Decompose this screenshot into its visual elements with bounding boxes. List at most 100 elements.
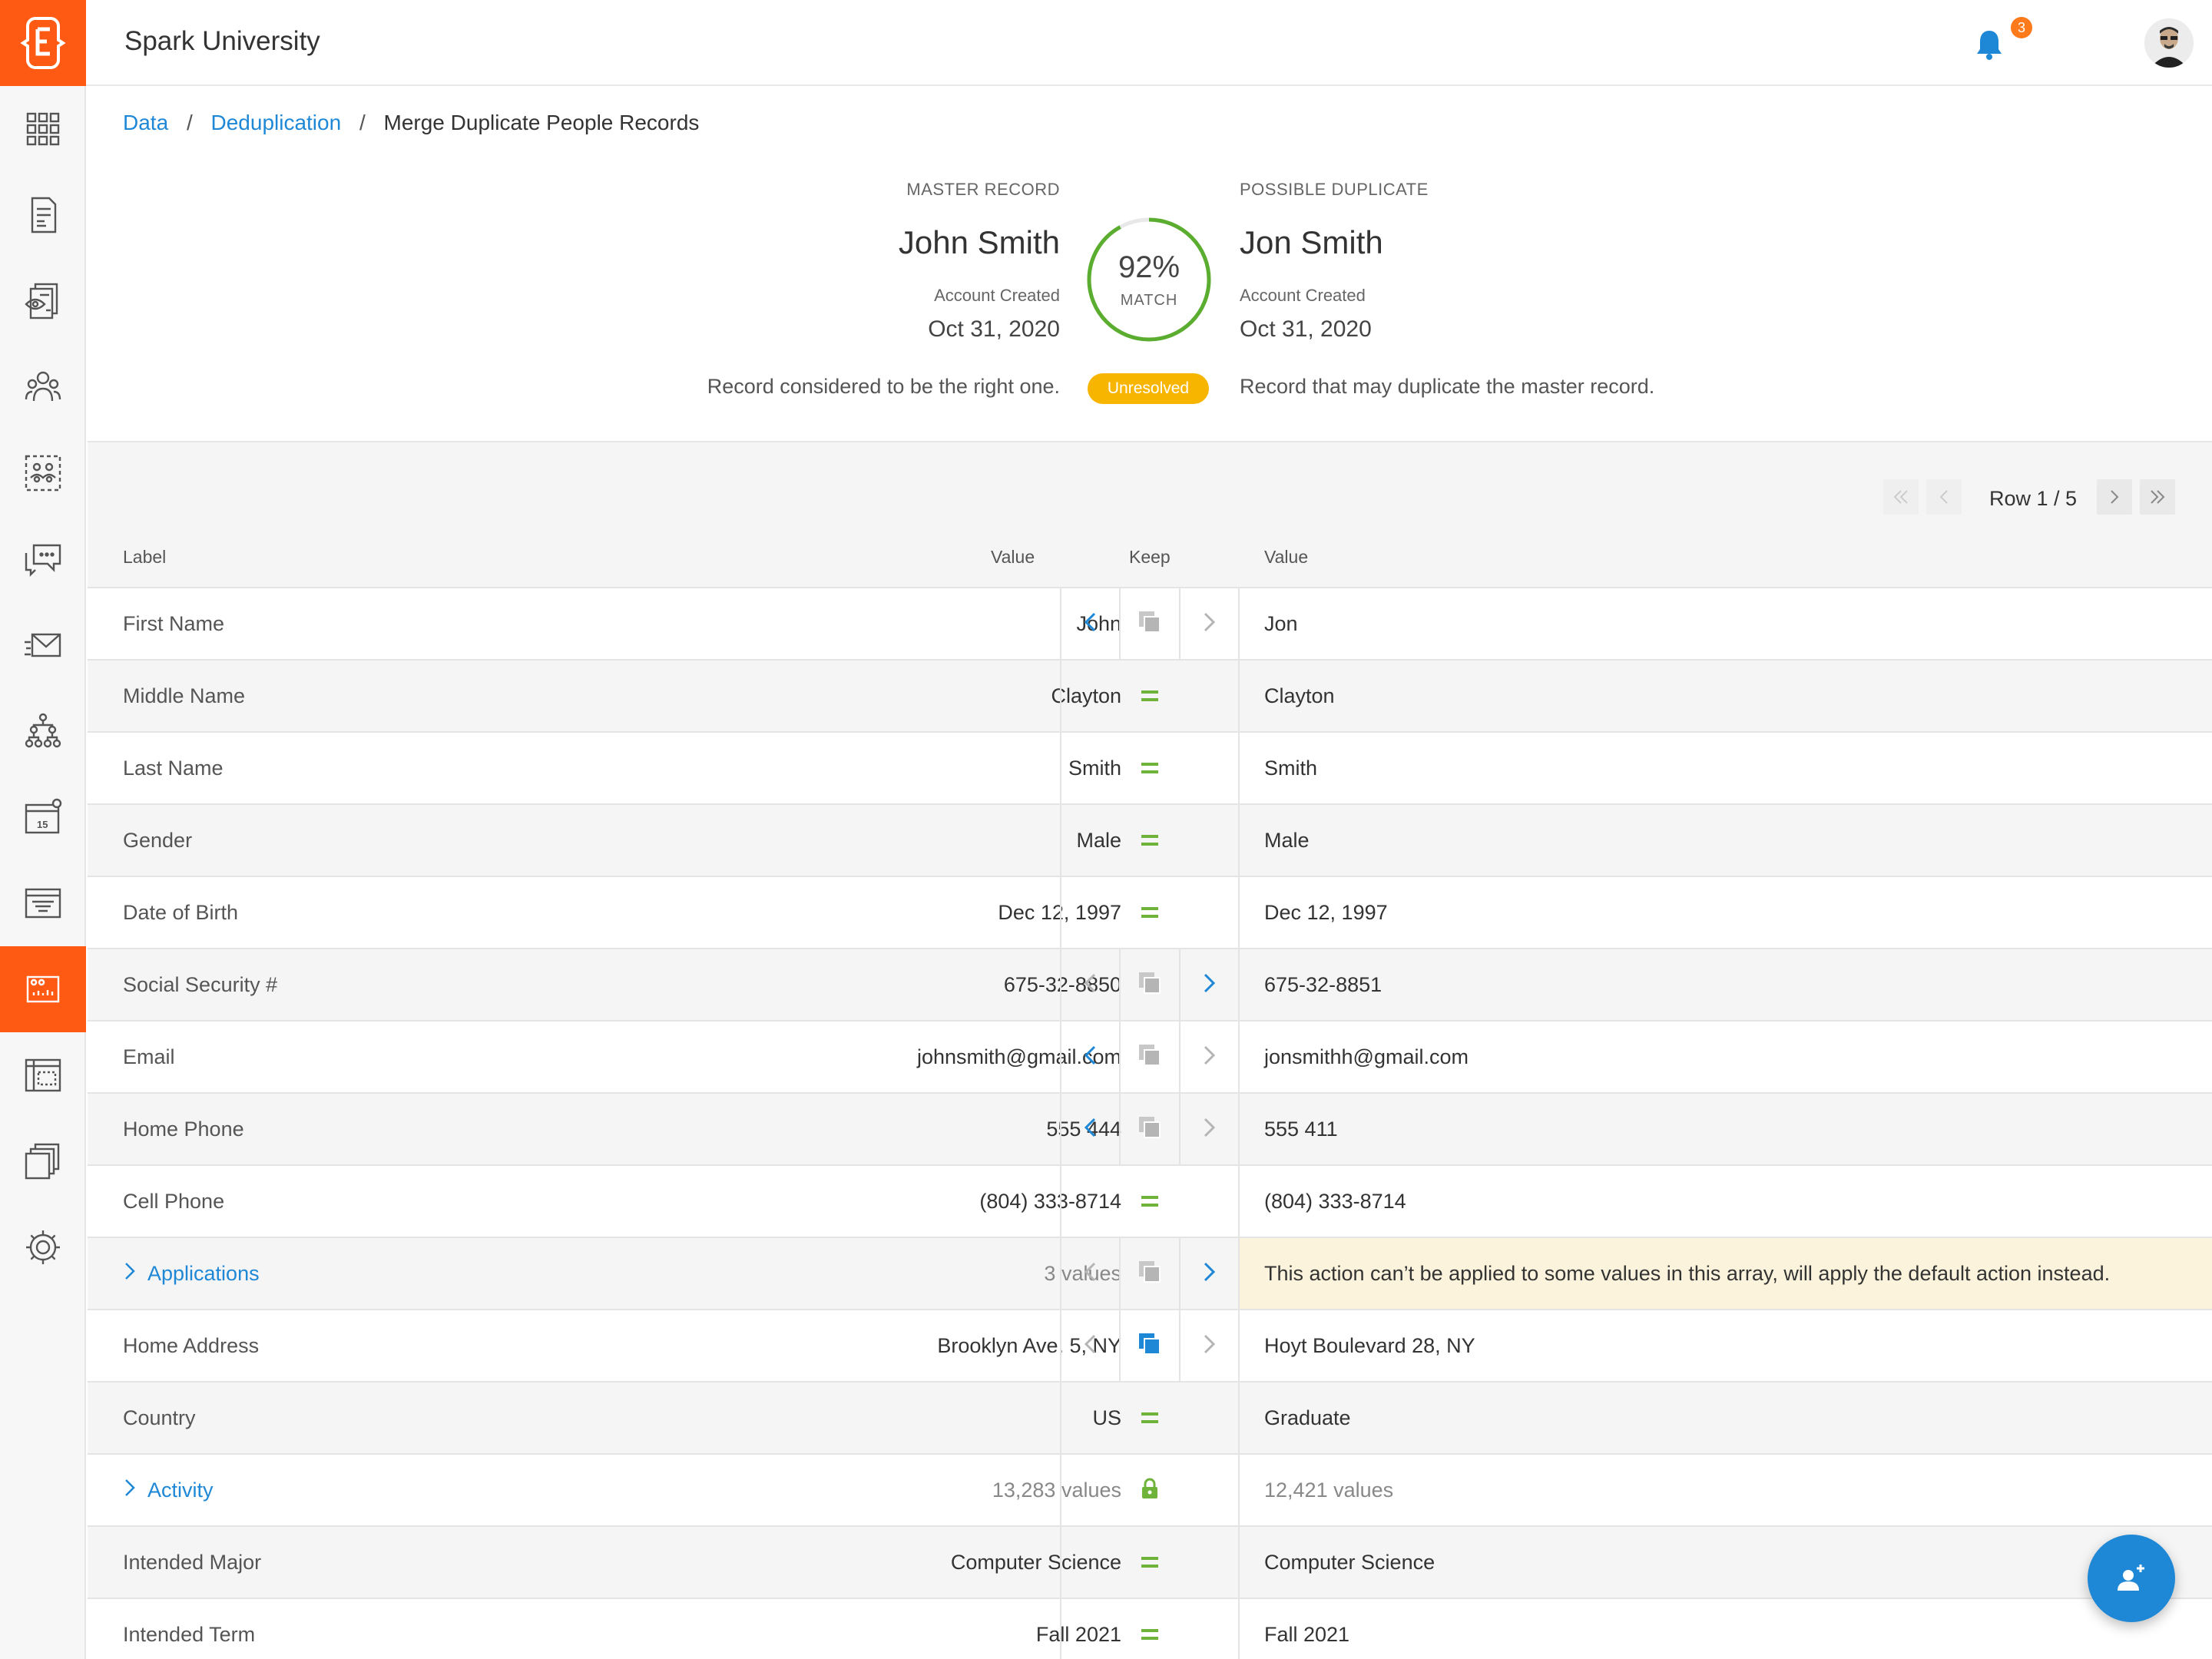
row-label: Intended Major [123, 1527, 261, 1598]
values-equal-indicator [1061, 805, 1238, 876]
files-stack-icon [25, 1143, 60, 1180]
nav-filters[interactable] [0, 860, 86, 946]
app-title: Spark University [124, 26, 320, 56]
match-label: MATCH [1120, 292, 1178, 309]
pager-last-button[interactable] [2140, 479, 2175, 515]
nav-forms[interactable] [0, 172, 86, 258]
table-row: Date of Birth Dec 12, 1997 Dec 12, 1997 [88, 876, 2212, 948]
keep-master-button[interactable] [1061, 949, 1119, 1020]
row-label: Gender [123, 805, 192, 876]
nav-settings[interactable] [0, 1204, 86, 1290]
nav-apps[interactable] [0, 86, 86, 172]
keep-controls [1060, 1238, 1240, 1309]
table-row: Activity 13,283 values 12,421 values [88, 1453, 2212, 1525]
row-label-text: Social Security # [123, 972, 278, 996]
keep-master-button[interactable] [1061, 1238, 1119, 1309]
filter-card-icon [25, 888, 61, 919]
keep-controls [1060, 1599, 1240, 1659]
duplicate-value: Clayton [1264, 684, 1335, 707]
app-logo[interactable] [0, 0, 86, 86]
table-row: Home Phone 555 444 555 411 [88, 1092, 2212, 1164]
match-percent: 92% [1118, 250, 1181, 284]
chevron-right-icon [1199, 1116, 1219, 1143]
row-label-text: Date of Birth [123, 900, 239, 924]
row-label-text: Home Address [123, 1333, 260, 1357]
form-icon [31, 197, 57, 233]
row-label-text: Intended Major [123, 1550, 262, 1574]
keep-controls [1060, 805, 1240, 876]
breadcrumb-separator: / [186, 111, 193, 134]
master-name: John Smith [898, 224, 1060, 260]
keep-duplicate-button[interactable] [1181, 1238, 1238, 1309]
chevron-left-icon [1081, 1116, 1101, 1143]
chevron-right-icon[interactable] [123, 1478, 137, 1503]
duplicate-value: Fall 2021 [1264, 1622, 1350, 1646]
audience-selection-icon [25, 455, 61, 492]
keep-duplicate-button[interactable] [1181, 1022, 1238, 1092]
breadcrumb-link-deduplication[interactable]: Deduplication [211, 111, 342, 134]
user-avatar[interactable] [2144, 18, 2194, 68]
equal-icon [1141, 907, 1158, 918]
breadcrumb-link-data[interactable]: Data [123, 111, 168, 134]
nav-table[interactable] [0, 1032, 86, 1118]
nav-calendar[interactable]: 15 [0, 774, 86, 860]
row-expand-label[interactable]: Applications [123, 1238, 260, 1309]
pager-prev-button[interactable] [1926, 479, 1962, 515]
keep-duplicate-button[interactable] [1181, 588, 1238, 659]
keep-both-button[interactable] [1119, 1238, 1181, 1309]
pager-next-button[interactable] [2097, 479, 2132, 515]
row-label: Date of Birth [123, 877, 238, 948]
keep-master-button[interactable] [1061, 588, 1119, 659]
keep-both-button[interactable] [1119, 949, 1181, 1020]
master-created-date: Oct 31, 2020 [928, 316, 1060, 342]
row-expand-label[interactable]: Activity [123, 1455, 214, 1525]
keep-master-button[interactable] [1061, 1022, 1119, 1092]
nav-audience[interactable] [0, 430, 86, 516]
lock-icon [1140, 1477, 1160, 1504]
row-label-text: Gender [123, 828, 193, 852]
nav-files[interactable] [0, 1118, 86, 1204]
row-label: Intended Term [123, 1599, 255, 1659]
keep-both-button[interactable] [1119, 1022, 1181, 1092]
duplicate-value: Smith [1264, 756, 1318, 780]
duplicate-description: Record that may duplicate the master rec… [1240, 375, 1655, 398]
row-label: Social Security # [123, 949, 277, 1020]
double-chevron-right-icon [2151, 490, 2165, 504]
nav-people[interactable] [0, 344, 86, 430]
notifications-bell[interactable] [1974, 28, 2005, 61]
keep-duplicate-button[interactable] [1181, 949, 1238, 1020]
pager-first-button[interactable] [1883, 479, 1919, 515]
table-row: Email johnsmith@gmail.com jonsmithh@gmail.… [88, 1020, 2212, 1092]
nav-data-dedupe[interactable] [0, 946, 86, 1032]
values-equal-indicator [1061, 877, 1238, 948]
keep-master-button[interactable] [1061, 1094, 1119, 1164]
table-row: Social Security #675-32-8850 675-32-8851 [88, 948, 2212, 1020]
keep-controls [1060, 661, 1240, 731]
merge-person-fab[interactable] [2088, 1535, 2175, 1622]
values-equal-indicator [1061, 1382, 1238, 1453]
duplicate-name: Jon Smith [1240, 224, 1383, 260]
nav-review[interactable] [0, 258, 86, 344]
keep-master-button[interactable] [1061, 1310, 1119, 1381]
keep-both-button[interactable] [1119, 1094, 1181, 1164]
nav-chat[interactable] [0, 516, 86, 602]
keep-controls [1060, 733, 1240, 803]
row-label: First Name [123, 588, 224, 659]
duplicate-caption: POSSIBLE DUPLICATE [1240, 180, 1429, 199]
keep-duplicate-button[interactable] [1181, 1094, 1238, 1164]
keep-both-button[interactable] [1119, 1310, 1181, 1381]
row-label-text: Last Name [123, 756, 224, 780]
keep-both-button[interactable] [1119, 588, 1181, 659]
row-label-text: Cell Phone [123, 1189, 225, 1213]
nav-hierarchy[interactable] [0, 688, 86, 774]
master-created-label: Account Created [934, 286, 1060, 305]
master-description: Record considered to be the right one. [707, 375, 1060, 398]
row-label-text: Country [123, 1406, 196, 1429]
equal-icon [1141, 1557, 1158, 1568]
keep-duplicate-button[interactable] [1181, 1310, 1238, 1381]
keep-controls [1060, 588, 1240, 659]
keep-controls [1060, 1310, 1240, 1381]
hierarchy-icon [25, 713, 61, 748]
chevron-right-icon[interactable] [123, 1261, 137, 1286]
nav-mail[interactable] [0, 602, 86, 688]
